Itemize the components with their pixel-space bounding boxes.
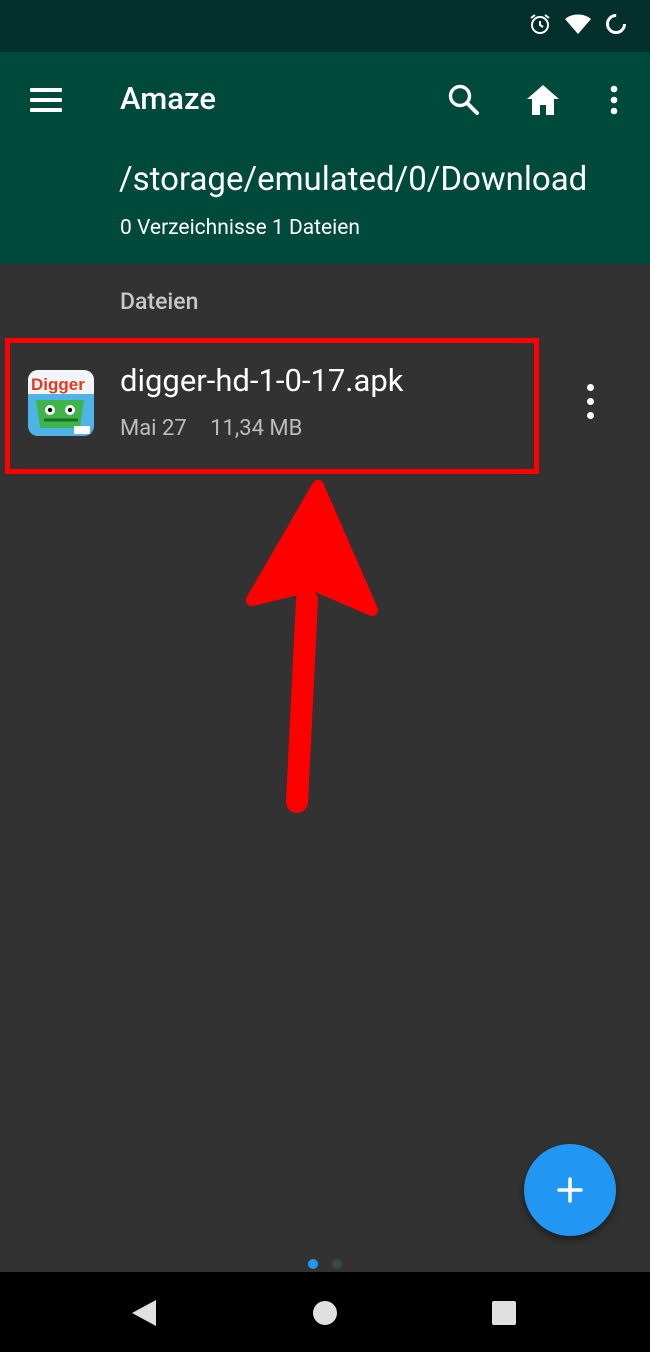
- battery-icon: [606, 14, 626, 34]
- status-bar: [0, 0, 650, 52]
- status-icons: [528, 12, 628, 36]
- file-overflow-menu-icon[interactable]: [572, 382, 608, 422]
- file-size: 11,34 MB: [210, 416, 303, 441]
- svg-text:Digger: Digger: [31, 375, 85, 394]
- recents-icon[interactable]: [489, 1298, 519, 1328]
- wifi-icon: [565, 14, 591, 34]
- file-date: Mai 27: [120, 416, 187, 441]
- folder-file-counts: 0 Verzeichnisse 1 Dateien: [120, 216, 361, 240]
- digger-hd-app-icon: Digger: [28, 370, 94, 436]
- more-vert-icon[interactable]: [594, 80, 634, 120]
- search-icon[interactable]: [444, 80, 484, 120]
- menu-icon[interactable]: [30, 86, 62, 114]
- page-dot: [332, 1259, 342, 1269]
- current-path[interactable]: /storage/emulated/0/Download: [119, 160, 587, 199]
- alarm-icon: [530, 14, 550, 34]
- files-section-header: Dateien: [120, 288, 199, 315]
- home-circle-icon[interactable]: [310, 1298, 340, 1328]
- red-arrow-annotation: [246, 480, 378, 813]
- navigation-bar: [0, 1272, 650, 1352]
- page-dot-active: [308, 1259, 318, 1269]
- page-indicator: [308, 1259, 342, 1269]
- home-icon[interactable]: [523, 80, 563, 120]
- file-name: digger-hd-1-0-17.apk: [120, 362, 404, 399]
- plus-icon: [557, 1177, 583, 1203]
- file-meta: Mai 27 11,34 MB: [120, 416, 302, 441]
- file-list-item[interactable]: Digger digger-hd-1-0-17.apk Mai 27 11,34…: [0, 338, 650, 468]
- back-icon[interactable]: [129, 1298, 159, 1328]
- app-title: Amaze: [120, 80, 216, 117]
- app-toolbar: Amaze /storage/emulated/0/Download 0 Ver…: [0, 52, 650, 264]
- add-fab-button[interactable]: [524, 1144, 616, 1236]
